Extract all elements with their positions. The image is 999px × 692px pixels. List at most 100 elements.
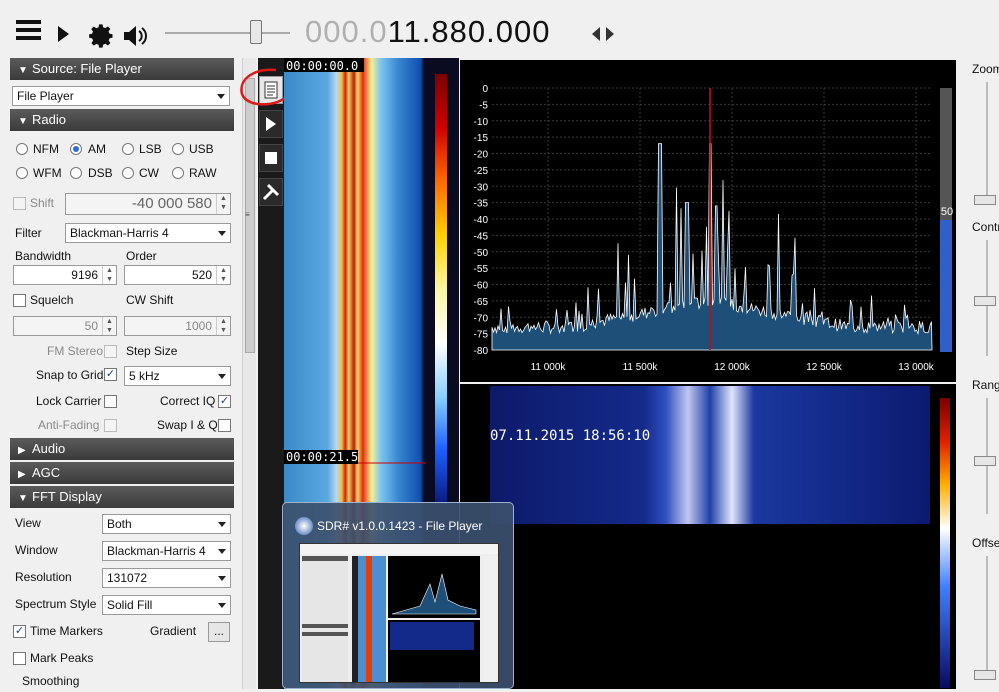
radio-header-label: Radio	[32, 112, 66, 127]
tools-icon	[262, 183, 280, 201]
spectrum-y-tick-label: -35	[474, 199, 489, 210]
swap-iq-checkbox[interactable]	[218, 419, 231, 432]
mode-radio-dsb[interactable]	[70, 167, 82, 179]
spin-arrows-icon[interactable]: ▲ ▼	[216, 266, 230, 284]
frequency-step-arrows-icon[interactable]	[590, 26, 616, 42]
grip-icon: ≡	[245, 210, 250, 219]
volume-slider-thumb[interactable]	[250, 20, 262, 44]
spectrum-y-tick-label: -40	[474, 215, 489, 226]
window-label: Window	[15, 543, 58, 557]
order-input[interactable]: 520 ▲ ▼	[124, 265, 231, 285]
lock-carrier-checkbox[interactable]	[104, 395, 117, 408]
spectrum-style-select[interactable]: Solid Fill	[102, 595, 231, 615]
gradient-button[interactable]: ...	[208, 622, 230, 642]
snap-to-grid-checkbox[interactable]: ✓	[104, 368, 117, 381]
resolution-select-value: 131072	[107, 571, 148, 585]
window-select-value: Blackman-Harris 4	[107, 544, 206, 558]
mode-label-cw: CW	[139, 166, 159, 180]
zoom-slider[interactable]	[974, 195, 996, 205]
speaker-icon[interactable]	[122, 22, 150, 50]
mode-radio-am[interactable]	[70, 143, 82, 155]
zoom-label: Zoom	[972, 62, 999, 76]
squelch-checkbox[interactable]	[13, 294, 26, 307]
mark-peaks-checkbox[interactable]	[13, 652, 26, 665]
mode-label-lsb: LSB	[139, 142, 162, 156]
spectrum-y-tick-label: -80	[474, 346, 489, 357]
time-markers-checkbox[interactable]: ✓	[13, 625, 26, 638]
checkmark-icon: ✓	[219, 395, 230, 407]
fm-stereo-checkbox[interactable]	[104, 345, 117, 358]
range-slider[interactable]	[974, 456, 996, 466]
window-select[interactable]: Blackman-Harris 4	[102, 541, 231, 561]
anti-fading-checkbox[interactable]	[104, 419, 117, 432]
agc-header-label: AGC	[32, 465, 61, 480]
spin-arrows-icon[interactable]: ▲ ▼	[102, 317, 116, 335]
mode-radio-wfm[interactable]	[16, 167, 28, 179]
mode-label-nfm: NFM	[33, 142, 59, 156]
menu-icon[interactable]	[16, 20, 44, 48]
main-waterfall[interactable]: 07.11.2015 18:56:10	[460, 384, 956, 689]
mode-radio-raw[interactable]	[172, 167, 184, 179]
waterfall-timestamp: 07.11.2015 18:56:10	[490, 428, 651, 444]
play-icon[interactable]	[58, 26, 69, 42]
mode-radio-cw[interactable]	[122, 167, 134, 179]
order-label: Order	[126, 249, 157, 263]
audio-section-header[interactable]: ▶ Audio	[10, 438, 234, 460]
spectrum-graphic: 0 -5 -10 -15 -20 -25 -30 -35 -40 -45 -50 -55 -60 -65 -…	[474, 84, 935, 373]
preview-thumbnail	[299, 543, 499, 683]
chevron-down-icon	[218, 603, 226, 608]
frequency-display[interactable]: 000.011.880.000	[305, 14, 550, 50]
chevron-down-icon	[218, 374, 226, 379]
resolution-select[interactable]: 131072	[102, 568, 231, 588]
chevron-down-icon	[217, 94, 225, 99]
offset-slider[interactable]	[974, 670, 996, 680]
step-size-label: Step Size	[126, 344, 178, 358]
strip-play-button[interactable]	[259, 110, 283, 138]
mode-radio-usb[interactable]	[172, 143, 184, 155]
fm-stereo-label: FM Stereo	[47, 344, 104, 358]
mode-radio-lsb[interactable]	[122, 143, 134, 155]
spin-arrows-icon[interactable]: ▲ ▼	[216, 317, 230, 335]
mark-peaks-label: Mark Peaks	[30, 651, 94, 665]
left-panel-scrollbar[interactable]: ≡	[242, 58, 256, 689]
gradient-button-label: ...	[213, 624, 224, 638]
bandwidth-input[interactable]: 9196 ▲ ▼	[13, 265, 117, 285]
zoom-track[interactable]	[986, 82, 988, 198]
radio-section-header[interactable]: ▼ Radio	[10, 109, 234, 131]
taskbar-window-preview[interactable]: SDR# v1.0.0.1423 - File Player	[282, 502, 514, 689]
offset-label: Offse	[972, 536, 999, 550]
strip-stop-button[interactable]	[259, 144, 283, 172]
audio-header-label: Audio	[32, 441, 66, 456]
source-section-header[interactable]: ▼ Source: File Player	[10, 58, 234, 80]
chevron-down-icon	[218, 576, 226, 581]
strip-settings-button[interactable]	[259, 178, 283, 206]
shift-checkbox[interactable]	[13, 197, 26, 210]
squelch-input[interactable]: 50 ▲ ▼	[13, 316, 117, 336]
range-label: Range	[972, 378, 999, 392]
shift-input[interactable]: -40 000 580 ▲ ▼	[65, 193, 231, 215]
view-select[interactable]: Both	[102, 514, 231, 534]
filter-select[interactable]: Blackman-Harris 4	[65, 223, 231, 243]
correct-iq-checkbox[interactable]: ✓	[218, 395, 231, 408]
agc-section-header[interactable]: ▶ AGC	[10, 462, 234, 484]
contrast-slider[interactable]	[974, 296, 996, 306]
spectrum-y-tick-label: -25	[474, 166, 489, 177]
cw-shift-input[interactable]: 1000 ▲ ▼	[124, 316, 231, 336]
chevron-down-icon	[218, 549, 226, 554]
bandwidth-value: 9196	[71, 268, 98, 282]
spectrum-style-label: Spectrum Style	[15, 597, 97, 611]
frequency-digits: 11.880.000	[387, 14, 551, 49]
spin-arrows-icon[interactable]: ▲ ▼	[102, 266, 116, 284]
spin-arrows-icon[interactable]: ▲ ▼	[216, 194, 230, 214]
shift-value: -40 000 580	[131, 195, 212, 212]
source-header-label: Source: File Player	[32, 61, 142, 76]
offset-track[interactable]	[986, 556, 988, 676]
gear-icon[interactable]	[88, 22, 116, 50]
step-size-select[interactable]: 5 kHz	[124, 366, 231, 386]
spectrum-x-tick-label: 11 500k	[623, 362, 659, 373]
mode-radio-nfm[interactable]	[16, 143, 28, 155]
source-select[interactable]: File Player	[12, 86, 230, 106]
volume-slider-track[interactable]	[165, 32, 290, 34]
fft-section-header[interactable]: ▼ FFT Display	[10, 486, 234, 508]
spectrum-panel[interactable]: 0 -5 -10 -15 -20 -25 -30 -35 -40 -45 -50 -55 -60 -65 -…	[460, 60, 956, 382]
